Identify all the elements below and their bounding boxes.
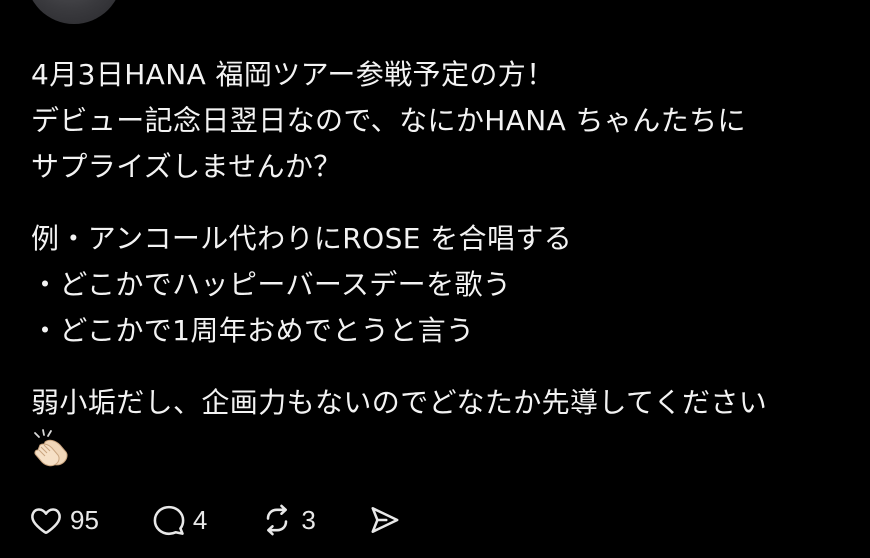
speech-bubble-icon — [153, 505, 185, 536]
heart-icon — [31, 508, 61, 535]
share-button[interactable] — [366, 502, 402, 538]
author-avatar[interactable] — [26, 0, 122, 24]
post-line: 例・アンコール代わりにROSE を合唱する — [31, 222, 573, 255]
post-line: 弱小垢だし、企画力もないのでどなたか先導してください — [31, 386, 768, 419]
post-line: ・どこかでハッピーバースデーを歌う — [31, 268, 512, 301]
reply-button[interactable]: 4 — [151, 502, 207, 538]
post-line: サプライズしませんか？ — [31, 150, 342, 183]
post-line: 4月3日HANA 福岡ツアー参戦予定の方！ — [31, 58, 555, 91]
clapping-hands-icon — [34, 429, 68, 467]
send-icon — [371, 507, 399, 533]
post-actions: 95 4 3 — [28, 498, 402, 542]
reply-count: 4 — [192, 504, 208, 535]
repost-button[interactable]: 3 — [259, 502, 316, 538]
post-body: 4月3日HANA 福岡ツアー参戦予定の方！ デビュー記念日翌日なので、なにかHA… — [31, 52, 861, 468]
post-line: デビュー記念日翌日なので、なにかHANA ちゃんたちに — [31, 104, 746, 137]
repost-icon — [267, 504, 288, 536]
like-count: 95 — [70, 504, 99, 535]
post-line: ・どこかで1周年おめでとうと言う — [31, 314, 475, 347]
like-button[interactable]: 95 — [28, 502, 99, 538]
repost-count: 3 — [301, 504, 316, 535]
